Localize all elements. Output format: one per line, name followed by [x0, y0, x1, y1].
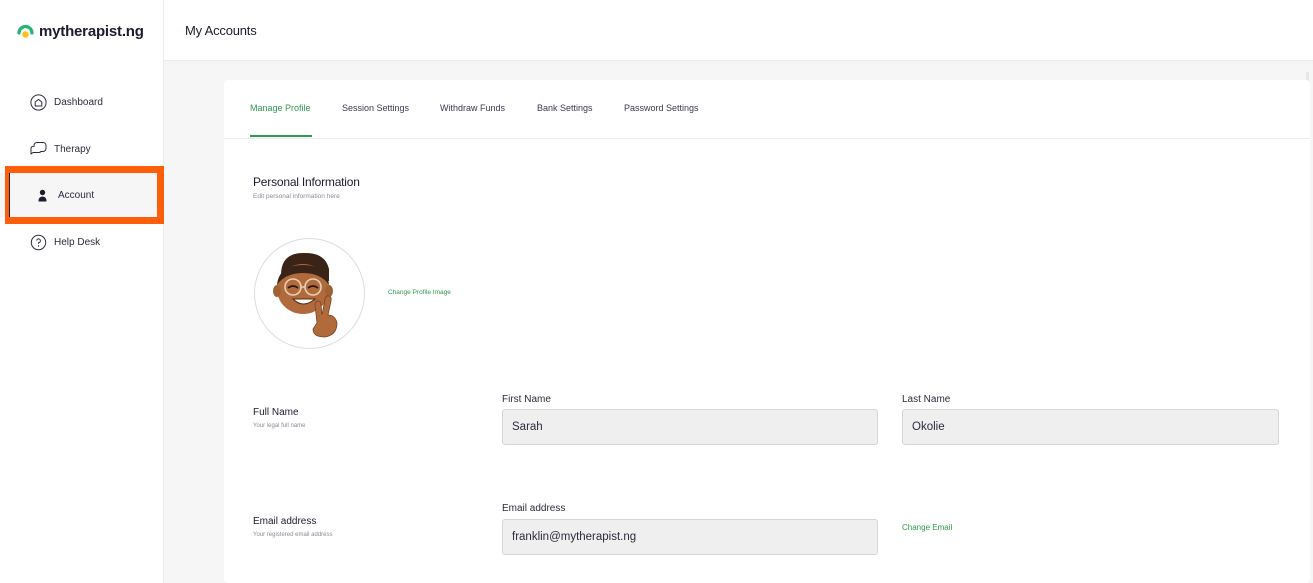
- first-name-field[interactable]: Sarah: [502, 409, 878, 445]
- logo-icon: [17, 21, 34, 41]
- last-name-field[interactable]: Okolie: [902, 409, 1279, 445]
- first-name-label: First Name: [502, 394, 551, 405]
- change-email-link[interactable]: Change Email: [902, 523, 952, 532]
- sidebar-item-label: Dashboard: [54, 96, 103, 108]
- sidebar-item-help-desk[interactable]: Help Desk: [0, 220, 164, 264]
- last-name-label: Last Name: [902, 394, 951, 405]
- email-field[interactable]: franklin@mytherapist.ng: [502, 519, 878, 555]
- sidebar: mytherapist.ng Dashboard Therapy Account…: [0, 0, 164, 583]
- tab-session-settings[interactable]: Session Settings: [342, 103, 409, 113]
- brand-name: mytherapist.ng: [39, 22, 144, 40]
- full-name-heading: Full Name: [253, 407, 299, 418]
- sidebar-item-label: Help Desk: [54, 236, 101, 248]
- topbar: My Accounts: [164, 0, 1313, 61]
- section-subtitle: Edit personal information here: [253, 193, 340, 200]
- tab-password-settings[interactable]: Password Settings: [624, 103, 699, 113]
- page-title: My Accounts: [185, 23, 257, 38]
- tab-bar: Manage Profile Session Settings Withdraw…: [224, 80, 1310, 139]
- sidebar-item-account[interactable]: Account: [0, 173, 164, 217]
- section-title: Personal Information: [253, 175, 360, 189]
- home-icon: [30, 93, 47, 111]
- email-heading: Email address: [253, 516, 317, 527]
- sidebar-item-therapy[interactable]: Therapy: [0, 127, 164, 171]
- avatar-image: [273, 252, 338, 338]
- account-panel: Manage Profile Session Settings Withdraw…: [224, 80, 1310, 583]
- chat-icon: [30, 141, 47, 158]
- email-label: Email address: [502, 503, 566, 514]
- change-profile-image-link[interactable]: Change Profile Image: [388, 289, 451, 296]
- tab-withdraw-funds[interactable]: Withdraw Funds: [440, 103, 505, 113]
- active-tab-indicator: [250, 135, 312, 137]
- full-name-subtext: Your legal full name: [253, 423, 306, 429]
- tab-bank-settings[interactable]: Bank Settings: [537, 103, 593, 113]
- email-subtext: Your registered email address: [253, 532, 333, 538]
- tab-manage-profile[interactable]: Manage Profile: [250, 103, 311, 113]
- sidebar-item-label: Account: [58, 189, 95, 201]
- user-icon: [34, 187, 51, 204]
- brand-logo[interactable]: mytherapist.ng: [17, 20, 144, 42]
- avatar: [254, 238, 365, 349]
- sidebar-item-label: Therapy: [54, 143, 91, 155]
- help-icon: [30, 234, 47, 251]
- sidebar-item-dashboard[interactable]: Dashboard: [0, 80, 164, 124]
